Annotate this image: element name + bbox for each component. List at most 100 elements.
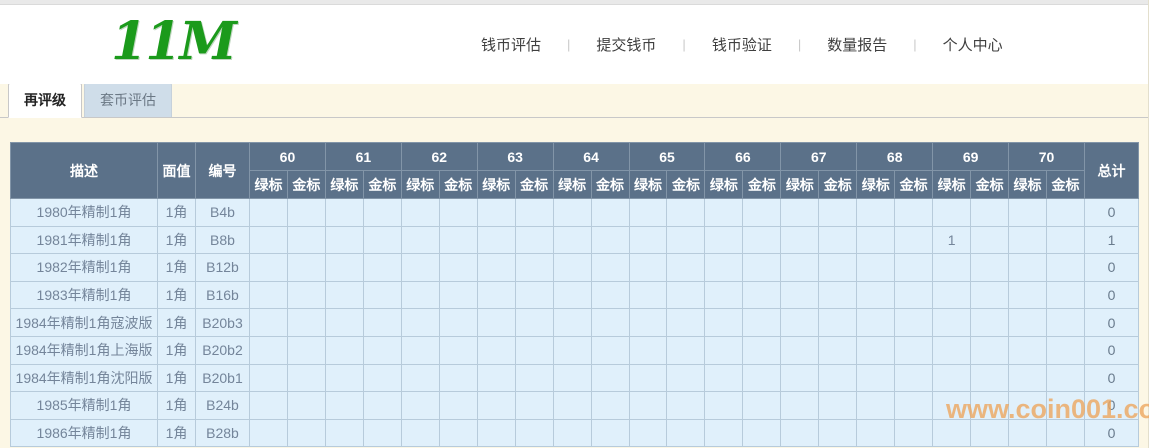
grade-cell-70-gold (1047, 309, 1085, 337)
grade-cell-60-gold (287, 419, 325, 447)
grade-cell-65-gold (667, 392, 705, 420)
row-total: 0 (1085, 364, 1139, 392)
row-number: B20b1 (196, 364, 250, 392)
row-description: 1983年精制1角 (11, 281, 158, 309)
grade-cell-64-green (553, 199, 591, 227)
grade-cell-64-green (553, 364, 591, 392)
grade-cell-67-green (781, 336, 819, 364)
row-description: 1981年精制1角 (11, 226, 158, 254)
grade-cell-61-green (325, 336, 363, 364)
grade-cell-61-green (325, 309, 363, 337)
grade-cell-65-green (629, 419, 667, 447)
grade-cell-69-green (933, 281, 971, 309)
col-header-grade-61-green-label: 绿标 (325, 171, 363, 199)
nav-item-submit-coin[interactable]: 提交钱币 (570, 26, 682, 63)
row-face-value: 1角 (158, 199, 196, 227)
grade-cell-64-gold (591, 336, 629, 364)
grade-cell-68-gold (895, 226, 933, 254)
grade-cell-63-gold (515, 392, 553, 420)
grade-cell-67-green (781, 199, 819, 227)
row-description: 1980年精制1角 (11, 199, 158, 227)
grade-cell-61-gold (363, 419, 401, 447)
grade-cell-67-green (781, 419, 819, 447)
nav-item-coin-verification[interactable]: 钱币验证 (686, 26, 798, 63)
grade-cell-69-green (933, 392, 971, 420)
grade-cell-65-gold (667, 199, 705, 227)
grade-cell-67-gold (819, 281, 857, 309)
grade-cell-67-gold (819, 364, 857, 392)
grade-cell-61-green (325, 392, 363, 420)
grade-cell-63-green (477, 281, 515, 309)
col-header-grade-68: 68 (857, 143, 933, 171)
grade-cell-70-gold (1047, 364, 1085, 392)
row-total: 0 (1085, 419, 1139, 447)
grade-cell-69-gold (971, 392, 1009, 420)
grade-cell-67-green (781, 392, 819, 420)
site-header: 11M 钱币评估 | 提交钱币 | 钱币验证 | 数量报告 | 个人中心 (0, 5, 1148, 84)
row-description: 1986年精制1角 (11, 419, 158, 447)
tab-set-evaluation[interactable]: 套币评估 (84, 83, 172, 117)
grade-cell-64-gold (591, 309, 629, 337)
col-header-grade-62-gold-label: 金标 (439, 171, 477, 199)
nav-item-personal-center[interactable]: 个人中心 (917, 26, 1029, 63)
grade-cell-67-gold (819, 336, 857, 364)
col-header-total: 总计 (1085, 143, 1139, 199)
col-header-description: 描述 (11, 143, 158, 199)
grade-cell-67-gold (819, 419, 857, 447)
tab-area: 再评级 套币评估 (0, 84, 1148, 118)
row-number: B20b3 (196, 309, 250, 337)
grade-cell-61-green (325, 226, 363, 254)
grade-cell-69-gold (971, 364, 1009, 392)
row-total: 1 (1085, 226, 1139, 254)
table-row: 1984年精制1角寇波版1角B20b30 (11, 309, 1139, 337)
grade-cell-62-gold (439, 364, 477, 392)
grade-cell-66-green (705, 199, 743, 227)
grade-cell-66-gold (743, 226, 781, 254)
grade-cell-64-gold (591, 254, 629, 282)
grade-cell-62-gold (439, 336, 477, 364)
nav-item-coin-evaluation[interactable]: 钱币评估 (455, 26, 567, 63)
col-header-grade-62-green-label: 绿标 (401, 171, 439, 199)
grade-cell-62-green (401, 419, 439, 447)
grade-cell-67-green (781, 364, 819, 392)
grade-cell-63-green (477, 419, 515, 447)
grade-cell-62-gold (439, 281, 477, 309)
grade-cell-62-gold (439, 309, 477, 337)
grade-cell-70-green (1009, 199, 1047, 227)
grade-cell-69-gold (971, 254, 1009, 282)
col-header-grade-70: 70 (1009, 143, 1085, 171)
grade-cell-68-gold (895, 392, 933, 420)
grade-cell-66-gold (743, 419, 781, 447)
table-row: 1983年精制1角1角B16b0 (11, 281, 1139, 309)
grade-cell-66-green (705, 419, 743, 447)
row-number: B12b (196, 254, 250, 282)
row-description: 1982年精制1角 (11, 254, 158, 282)
col-header-grade-60-green-label: 绿标 (250, 171, 288, 199)
col-header-grade-64-gold-label: 金标 (591, 171, 629, 199)
grade-cell-65-green (629, 392, 667, 420)
grade-cell-66-green (705, 226, 743, 254)
grade-cell-69-green: 1 (933, 226, 971, 254)
col-header-grade-63-gold-label: 金标 (515, 171, 553, 199)
col-header-grade-60: 60 (250, 143, 326, 171)
grade-cell-65-gold (667, 226, 705, 254)
row-description: 1984年精制1角寇波版 (11, 309, 158, 337)
table-row: 1982年精制1角1角B12b0 (11, 254, 1139, 282)
grade-cell-66-green (705, 309, 743, 337)
site-logo[interactable]: 11M (108, 11, 238, 73)
grade-cell-68-green (857, 364, 895, 392)
grade-cell-69-gold (971, 226, 1009, 254)
row-description: 1985年精制1角 (11, 392, 158, 420)
col-header-grade-67: 67 (781, 143, 857, 171)
nav-item-quantity-report[interactable]: 数量报告 (801, 26, 913, 63)
grade-cell-61-gold (363, 392, 401, 420)
tab-regrade[interactable]: 再评级 (8, 83, 82, 118)
grade-cell-66-green (705, 254, 743, 282)
grade-cell-70-green (1009, 281, 1047, 309)
grade-cell-67-gold (819, 226, 857, 254)
grade-cell-63-gold (515, 336, 553, 364)
grade-cell-70-green (1009, 419, 1047, 447)
grade-cell-66-gold (743, 336, 781, 364)
grade-cell-63-gold (515, 364, 553, 392)
grade-cell-60-green (250, 336, 288, 364)
